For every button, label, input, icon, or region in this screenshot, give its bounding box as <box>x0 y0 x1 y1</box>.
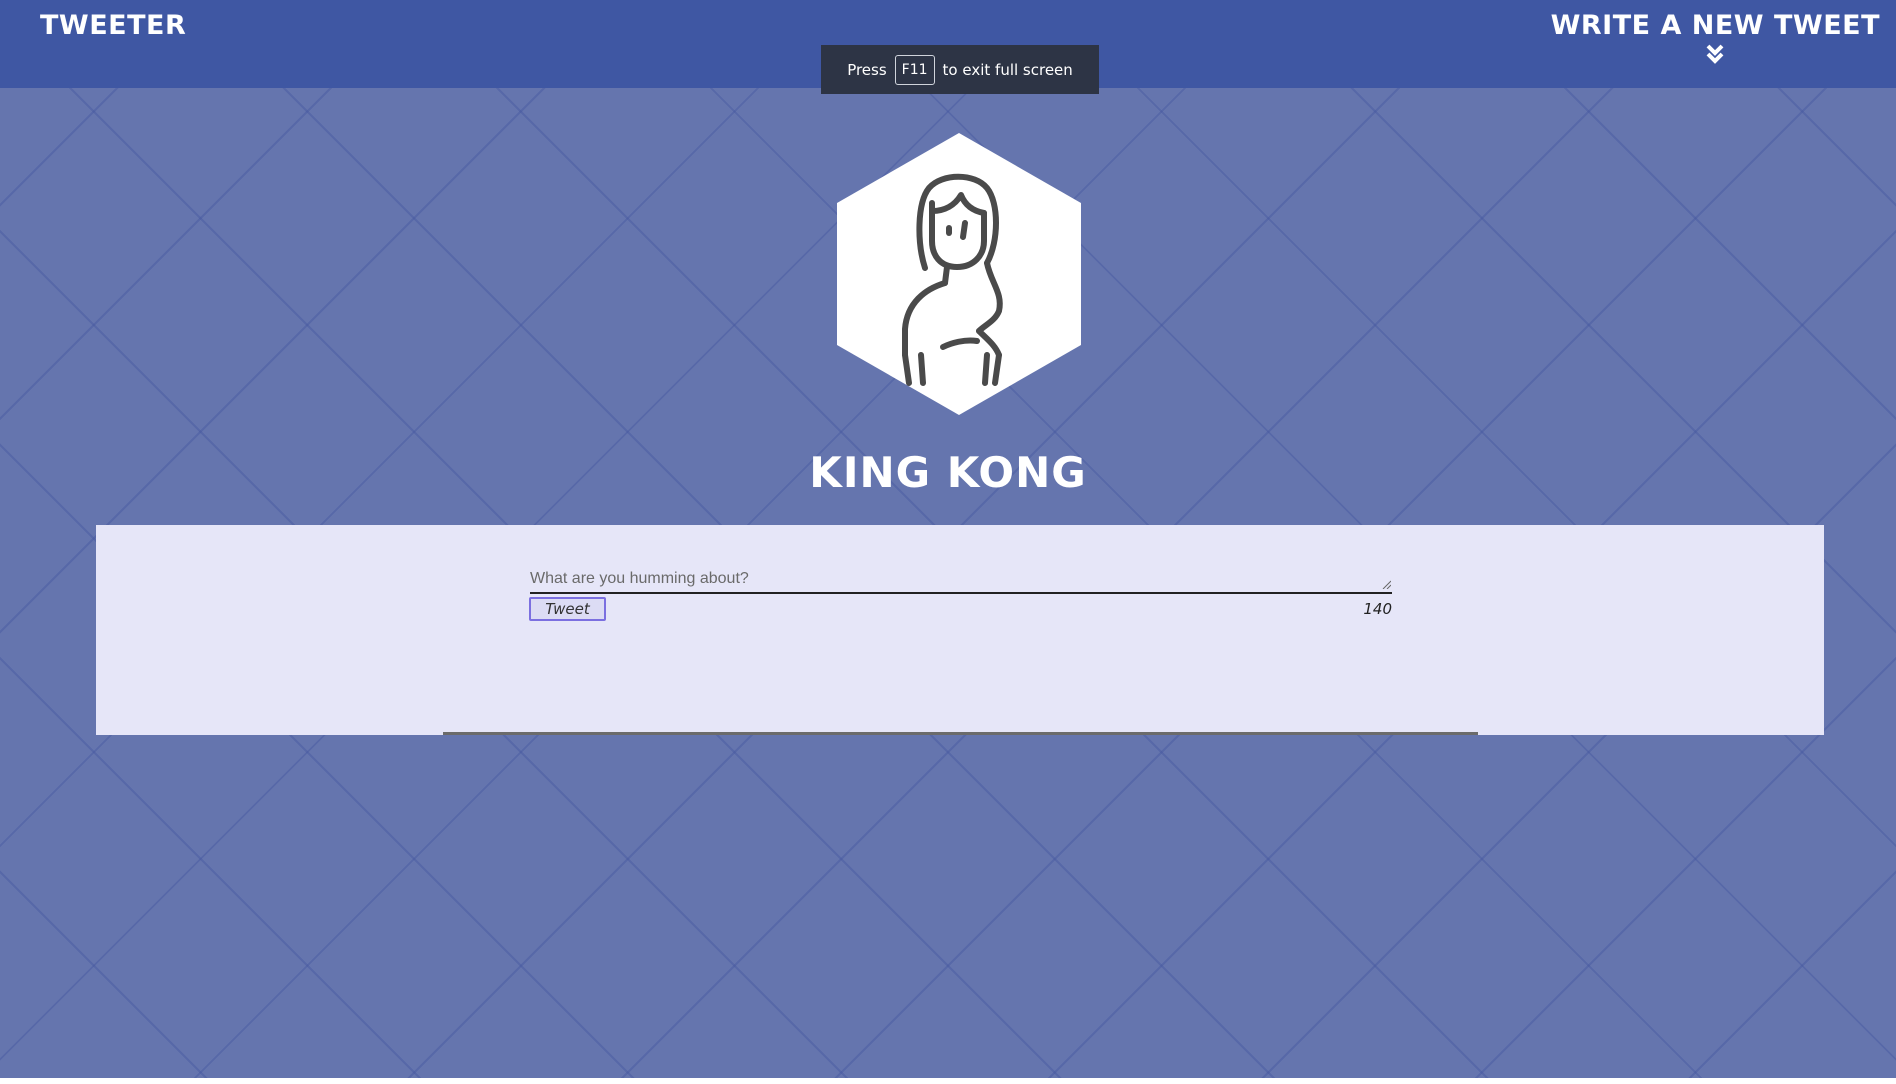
resize-grip-icon[interactable] <box>1382 580 1391 589</box>
composer-panel <box>96 525 1824 735</box>
write-new-tweet-label: WRITE A NEW TWEET <box>1550 10 1880 41</box>
fullscreen-notice-suffix: to exit full screen <box>942 60 1073 79</box>
profile-name: KING KONG <box>809 448 1087 497</box>
hexagon-avatar-frame <box>837 133 1081 415</box>
write-new-tweet-link[interactable]: WRITE A NEW TWEET <box>1551 10 1880 65</box>
tweet-textarea[interactable] <box>530 568 1392 594</box>
double-chevron-down-icon <box>1706 44 1724 64</box>
fullscreen-notice-prefix: Press <box>847 60 887 79</box>
panel-divider <box>443 732 1478 735</box>
character-counter: 140 <box>1363 600 1392 618</box>
bottom-edge <box>0 1078 1896 1084</box>
brand-logo[interactable]: TWEETER <box>40 10 186 41</box>
tweet-submit-button[interactable]: Tweet <box>529 597 606 621</box>
profile-avatar <box>837 133 1081 415</box>
fullscreen-key-badge: F11 <box>894 54 935 85</box>
fullscreen-notice: Press F11 to exit full screen <box>821 45 1099 94</box>
